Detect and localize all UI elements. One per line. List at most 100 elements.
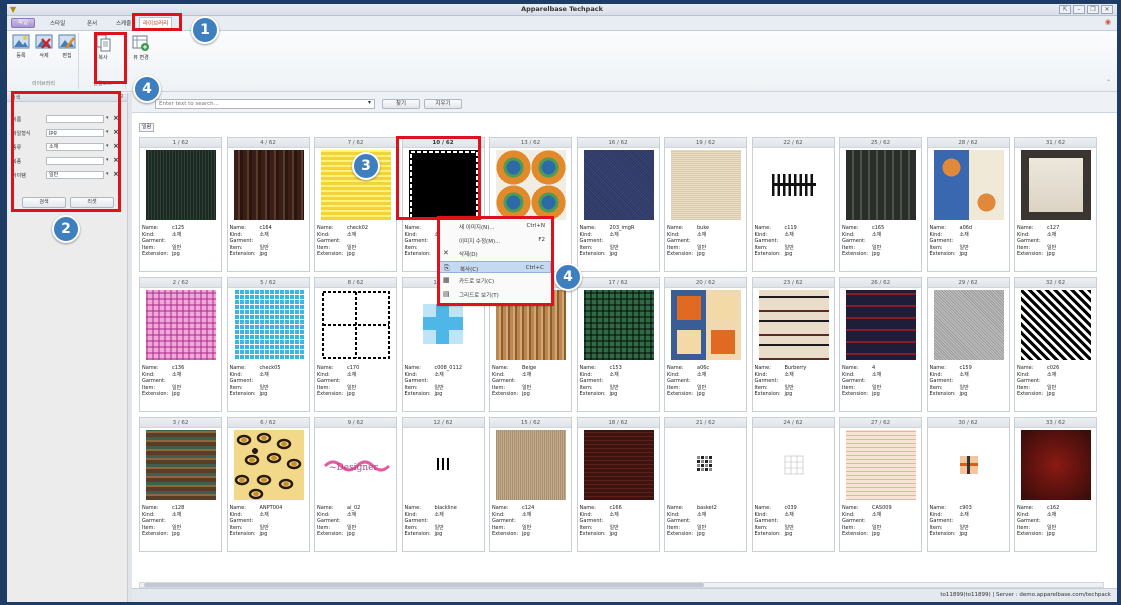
minimize-button[interactable]: – — [1073, 5, 1085, 14]
chevron-down-icon[interactable]: ▾ — [106, 129, 109, 135]
clear-button[interactable]: 지우기 — [424, 99, 462, 109]
fabric-thumbnail[interactable] — [671, 430, 741, 500]
context-menu-item[interactable]: ✕ 삭제(D) — [439, 247, 551, 259]
image-card[interactable]: 12 / 62 Name: blackline Kind: 소재 Garment: Item… — [401, 417, 485, 552]
image-card[interactable]: 25 / 62 Name: c165 Kind: 소재 Garment: Item: 일반 Ex… — [839, 137, 922, 272]
chevron-down-icon[interactable]: ▾ — [106, 171, 109, 177]
clear-icon[interactable]: × — [113, 170, 119, 178]
pin-icon[interactable]: ⊞ — [118, 93, 123, 100]
fabric-thumbnail[interactable] — [758, 430, 829, 500]
help-icon[interactable]: ◉ — [1105, 18, 1111, 26]
chevron-down-icon[interactable]: ▾ — [106, 157, 109, 163]
clear-icon[interactable]: × — [113, 156, 119, 164]
ribbon-collapse-icon[interactable]: ⌃ — [1106, 79, 1111, 86]
change-view-button[interactable]: 뷰 변경 — [130, 33, 152, 69]
context-menu-item[interactable]: ▤ 그리드로 보기(T) — [439, 288, 551, 300]
image-card[interactable]: 15 / 62 Name: c124 Kind: 소재 Garment: Item: 일반 Ex… — [489, 417, 572, 552]
image-card[interactable]: 19 / 62 Name: buke Kind: 소재 Garment: Item: 일반 Ex… — [664, 137, 747, 272]
fabric-thumbnail[interactable] — [321, 290, 391, 360]
maximize-button[interactable]: ❐ — [1087, 5, 1099, 14]
image-card[interactable]: 33 / 62 Name: c162 Kind: 소재 Garment: Item: 일반 Ex… — [1014, 417, 1097, 552]
image-card[interactable]: 8 / 62 Name: c170 Kind: 소재 Garment: Item: 일반 Ext… — [314, 277, 397, 412]
chevron-down-icon[interactable]: ▾ — [368, 99, 371, 106]
image-card[interactable]: 29 / 62 Name: c159 Kind: 소재 Garment: Item: 일반 Ex… — [926, 277, 1010, 412]
image-card[interactable]: 3 / 62 Name: c128 Kind: 소재 Garment: Item: 일반 Ext… — [139, 417, 222, 552]
image-card[interactable]: 32 / 62 Name: c026 Kind: 소재 Garment: Item: 일반 Ex… — [1014, 277, 1097, 412]
image-card[interactable]: 30 / 62 Name: c903 Kind: 소재 Garment: Item: 일반 Ex… — [926, 417, 1010, 552]
context-menu-item[interactable]: ⎘ 복사(C) Ctrl+C — [439, 260, 551, 273]
fabric-thumbnail[interactable]: ~Designer — [321, 430, 391, 500]
image-card[interactable]: 21 / 62 Name: basket2 Kind: 소재 Garment: Item: 일… — [664, 417, 747, 552]
image-card[interactable]: 23 / 62 Name: Burberry Kind: 소재 Garment: Item:… — [751, 277, 835, 412]
filter-item-select[interactable]: 일반 — [46, 171, 104, 179]
fabric-thumbnail[interactable] — [846, 150, 916, 220]
fabric-thumbnail[interactable] — [846, 290, 916, 360]
context-menu-item[interactable]: 이미지 수정(M)... F2 — [439, 234, 551, 246]
fabric-thumbnail[interactable] — [583, 430, 654, 500]
image-card[interactable]: 1 / 62 Name: c125 Kind: 소재 Garment: Item: 일반 Ext… — [139, 137, 222, 272]
register-button[interactable]: 등록 — [10, 33, 32, 69]
image-card[interactable]: 18 / 62 Name: c166 Kind: 소재 Garment: Item: 일반 Ex… — [576, 417, 660, 552]
fabric-thumbnail[interactable] — [408, 430, 479, 500]
fabric-thumbnail[interactable] — [846, 430, 916, 500]
image-card[interactable]: 22 / 62 Name: c119 Kind: 소재 Garment: Item: 일반 Ex… — [751, 137, 835, 272]
chevron-down-icon[interactable]: ▾ — [106, 115, 109, 121]
filter-garment-select[interactable] — [46, 157, 104, 165]
image-card[interactable]: 20 / 62 Name: a06c Kind: 소재 Garment: Item: 일반 Ex… — [664, 277, 747, 412]
fabric-thumbnail[interactable] — [233, 290, 304, 360]
fabric-thumbnail[interactable] — [146, 150, 216, 220]
fabric-thumbnail[interactable] — [933, 150, 1004, 220]
fabric-thumbnail[interactable] — [758, 150, 829, 220]
fabric-thumbnail[interactable] — [671, 150, 741, 220]
clear-icon[interactable]: × — [113, 142, 119, 150]
image-card[interactable]: 5 / 62 Name: check05 Kind: 소재 Garment: Item: 일반… — [226, 277, 310, 412]
context-menu-item[interactable]: 새 이미지(N)... Ctrl+N — [439, 220, 551, 232]
search-input[interactable] — [155, 99, 375, 109]
fabric-thumbnail[interactable] — [671, 290, 741, 360]
fabric-thumbnail[interactable] — [1021, 290, 1091, 360]
tab-sponsor[interactable]: 폰서 — [87, 19, 97, 27]
fabric-thumbnail[interactable] — [758, 290, 829, 360]
image-card[interactable]: 17 / 62 Name: c153 Kind: 소재 Garment: Item: 일반 Ex… — [576, 277, 660, 412]
filter-name-input[interactable] — [46, 115, 104, 123]
fabric-thumbnail[interactable] — [408, 150, 479, 220]
fabric-thumbnail[interactable] — [583, 150, 654, 220]
chevron-down-icon[interactable]: ▾ — [106, 143, 109, 149]
find-button[interactable]: 찾기 — [382, 99, 420, 109]
delete-button[interactable]: 삭제 — [33, 33, 55, 69]
image-card[interactable]: 26 / 62 Name: 4 Kind: 소재 Garment: Item: 일반 Exten… — [839, 277, 922, 412]
image-card[interactable]: 27 / 62 Name: CAS009 Kind: 소재 Garment: Item: 일반… — [839, 417, 922, 552]
fabric-thumbnail[interactable] — [1021, 430, 1091, 500]
reset-button[interactable]: 리셋 — [70, 197, 114, 208]
image-card[interactable]: 31 / 62 Name: c127 Kind: 소재 Garment: Item: 일반 Ex… — [1014, 137, 1097, 272]
tab-schedule[interactable]: 스케줄 — [116, 19, 131, 27]
fabric-thumbnail[interactable] — [496, 430, 566, 500]
copy-button[interactable]: 복사 — [92, 33, 114, 69]
image-card[interactable]: 2 / 62 Name: c136 Kind: 소재 Garment: Item: 일반 Ext… — [139, 277, 222, 412]
image-card[interactable]: 24 / 62 Name: c039 Kind: 소재 Garment: Item: 일반 Ex… — [751, 417, 835, 552]
tab-style[interactable]: 스타일 — [50, 19, 65, 27]
image-card[interactable]: 16 / 62 Name: 203_imgR Kind: 소재 Garment: Item:… — [576, 137, 660, 272]
file-menu-button[interactable]: 파일 — [11, 18, 35, 28]
filter-kind-select[interactable]: 소재 — [46, 143, 104, 151]
image-card[interactable]: 28 / 62 Name: a06d Kind: 소재 Garment: Item: 일반 Ex… — [926, 137, 1010, 272]
fabric-thumbnail[interactable] — [233, 430, 304, 500]
fabric-thumbnail[interactable] — [1021, 150, 1091, 220]
fabric-thumbnail[interactable] — [146, 430, 216, 500]
fabric-thumbnail[interactable] — [496, 150, 566, 220]
close-button[interactable]: ✕ — [1101, 5, 1113, 14]
fabric-thumbnail[interactable] — [583, 290, 654, 360]
image-card[interactable]: 6 / 62 Name: ANPT004 Kind: 소재 Garment: Item: 일반… — [226, 417, 310, 552]
fabric-thumbnail[interactable] — [933, 430, 1004, 500]
clear-icon[interactable]: × — [113, 128, 119, 136]
fabric-thumbnail[interactable] — [146, 290, 216, 360]
fabric-thumbnail[interactable] — [233, 150, 304, 220]
image-card[interactable]: 9 / 62 ~Designer Name: ai_02 Kind: 소재 Garment:… — [314, 417, 397, 552]
clear-icon[interactable]: × — [113, 114, 119, 122]
search-button[interactable]: 검색 — [22, 197, 66, 208]
fabric-thumbnail[interactable] — [933, 290, 1004, 360]
image-card[interactable]: 4 / 62 Name: c164 Kind: 소재 Garment: Item: 일반 Ext… — [226, 137, 310, 272]
scrollbar-thumb[interactable] — [144, 583, 704, 587]
edit-button[interactable]: 편집 — [56, 33, 78, 69]
tab-library[interactable]: 라이브러리 — [139, 17, 173, 30]
